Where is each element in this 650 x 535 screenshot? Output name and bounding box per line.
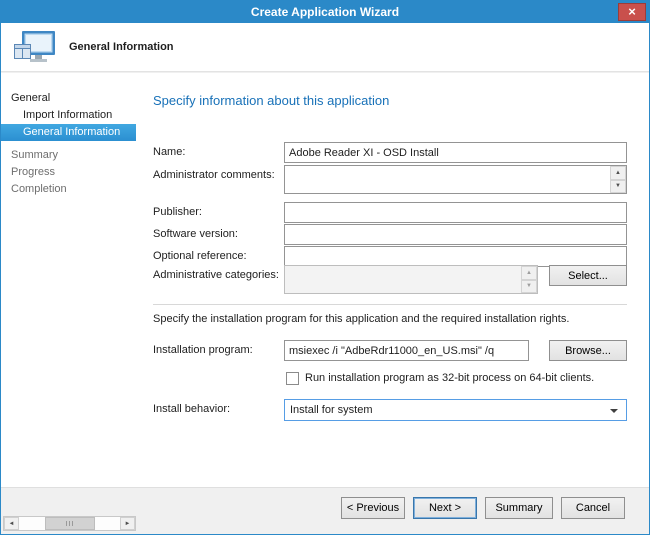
publisher-label: Publisher: [153, 202, 202, 222]
optional-reference-row: Optional reference: [153, 246, 627, 267]
admin-categories-label: Administrative categories: [153, 265, 279, 285]
admin-categories-scrollbar: ▲ ▼ [521, 266, 537, 293]
chevron-down-icon [610, 409, 618, 413]
title-bar[interactable]: Create Application Wizard × [1, 1, 649, 23]
name-input[interactable] [284, 142, 627, 163]
scroll-up-icon[interactable]: ▲ [610, 166, 626, 180]
wizard-page-content: Specify information about this applicati… [136, 73, 649, 487]
optional-reference-input[interactable] [284, 246, 627, 267]
admin-comments-label: Administrator comments: [153, 165, 275, 185]
wizard-banner: General Information [1, 23, 649, 72]
scrollbar-track[interactable] [19, 517, 120, 530]
scroll-down-icon: ▼ [521, 280, 537, 294]
step-summary[interactable]: Summary [1, 147, 136, 164]
summary-button[interactable]: Summary [485, 497, 553, 519]
create-application-wizard-window: Create Application Wizard × General Info… [0, 0, 650, 535]
window-title: Create Application Wizard [1, 1, 649, 23]
scroll-down-icon[interactable]: ▼ [610, 180, 626, 194]
install-behavior-value: Install for system [290, 404, 373, 416]
admin-categories-input: ▲ ▼ [284, 265, 538, 294]
wizard-footer: < Previous Next > Summary Cancel ◄ ► [1, 487, 649, 534]
close-icon[interactable]: × [618, 3, 646, 21]
software-version-row: Software version: [153, 224, 627, 245]
run-32bit-checkbox[interactable] [286, 372, 299, 385]
sidebar-horizontal-scrollbar[interactable]: ◄ ► [3, 516, 136, 531]
install-behavior-select[interactable]: Install for system [284, 399, 627, 421]
software-version-label: Software version: [153, 224, 238, 244]
step-completion[interactable]: Completion [1, 181, 136, 198]
select-categories-button[interactable]: Select... [549, 265, 627, 286]
admin-categories-row: Administrative categories: ▲ ▼ Select... [153, 265, 627, 294]
admin-comments-scrollbar[interactable]: ▲ ▼ [610, 166, 626, 193]
browse-button[interactable]: Browse... [549, 340, 627, 361]
name-row: Name: [153, 142, 627, 163]
wizard-step-list: General Import Information General Infor… [1, 73, 136, 198]
name-label: Name: [153, 142, 185, 162]
run-32bit-row: Run installation program as 32-bit proce… [153, 369, 627, 390]
scroll-left-icon[interactable]: ◄ [4, 517, 19, 530]
run-32bit-label: Run installation program as 32-bit proce… [305, 369, 594, 388]
publisher-input[interactable] [284, 202, 627, 223]
admin-comments-input[interactable]: ▲ ▼ [284, 165, 627, 194]
admin-comments-row: Administrator comments: ▲ ▼ [153, 165, 627, 194]
banner-page-title: General Information [69, 23, 174, 71]
step-progress[interactable]: Progress [1, 164, 136, 181]
installation-program-label: Installation program: [153, 340, 253, 360]
wizard-steps-sidebar: General Import Information General Infor… [1, 73, 136, 487]
scroll-up-icon: ▲ [521, 266, 537, 280]
step-general[interactable]: General [1, 90, 136, 107]
software-version-input[interactable] [284, 224, 627, 245]
page-heading: Specify information about this applicati… [153, 93, 389, 108]
footer-button-group: < Previous Next > Summary Cancel [341, 497, 625, 519]
section-divider [153, 304, 627, 305]
installation-program-row: Installation program: Browse... [153, 340, 627, 361]
scrollbar-thumb[interactable] [45, 517, 95, 530]
application-icon [13, 30, 57, 66]
install-section-description: Specify the installation program for thi… [153, 312, 627, 326]
optional-reference-label: Optional reference: [153, 246, 247, 266]
next-button[interactable]: Next > [413, 497, 477, 519]
install-behavior-row: Install behavior: Install for system [153, 399, 627, 420]
previous-button[interactable]: < Previous [341, 497, 405, 519]
install-behavior-label: Install behavior: [153, 399, 230, 419]
installation-program-input[interactable] [284, 340, 529, 361]
cancel-button[interactable]: Cancel [561, 497, 625, 519]
step-general-information[interactable]: General Information [1, 124, 136, 141]
scroll-right-icon[interactable]: ► [120, 517, 135, 530]
publisher-row: Publisher: [153, 202, 627, 223]
step-import-information[interactable]: Import Information [1, 107, 136, 124]
